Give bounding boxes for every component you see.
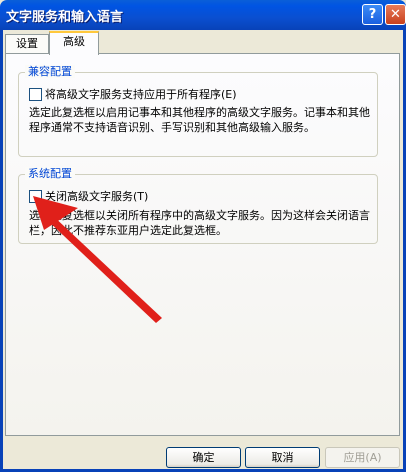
tab-advanced[interactable]: 高级 (49, 31, 99, 55)
annotation-arrow (33, 196, 162, 323)
annotation-arrow-shaft (45, 213, 162, 323)
